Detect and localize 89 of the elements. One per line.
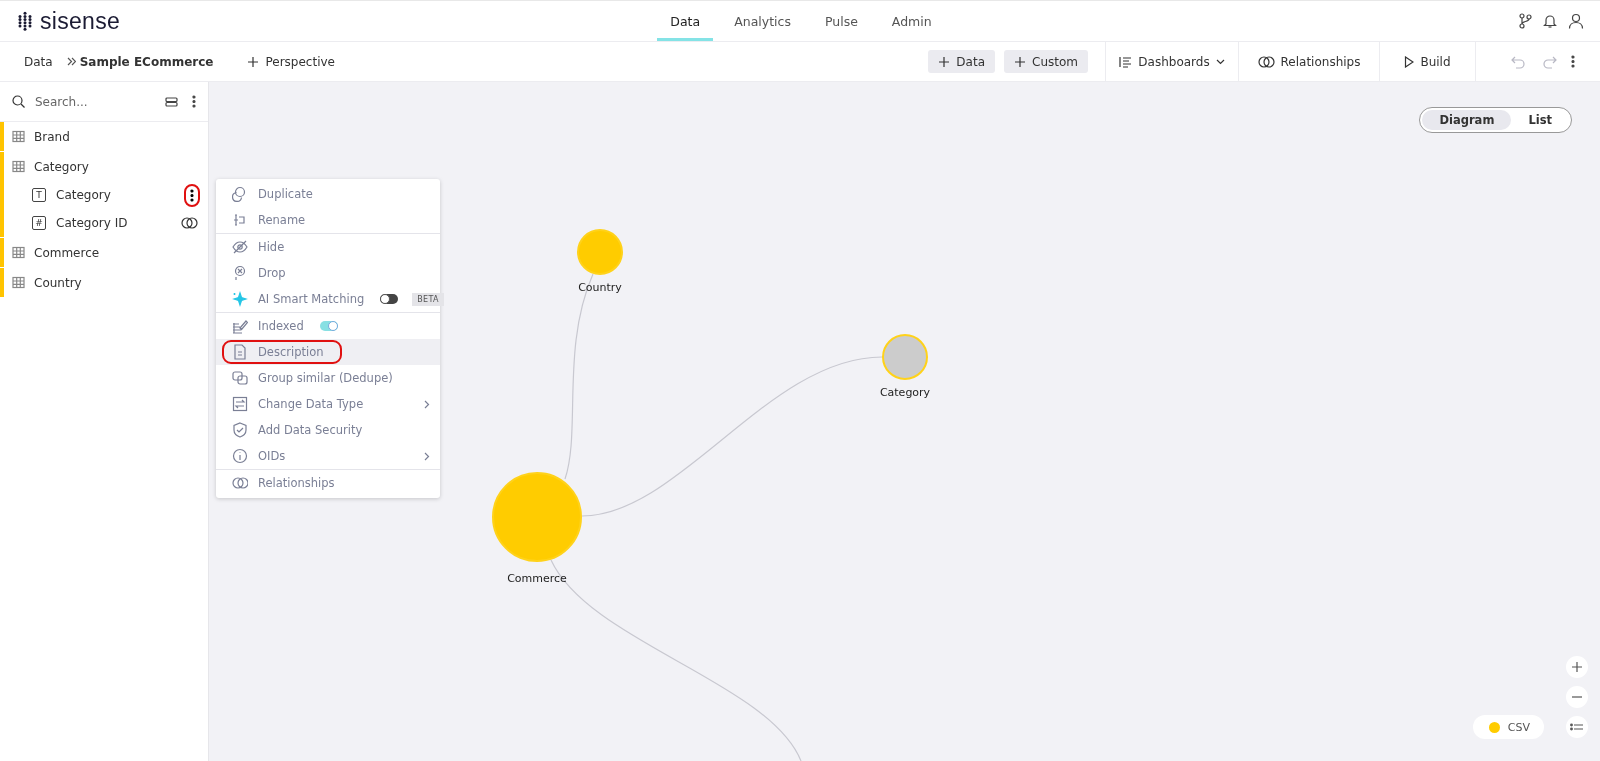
more-icon xyxy=(190,188,194,202)
branch-icon[interactable] xyxy=(1518,13,1532,29)
search-icon xyxy=(12,95,25,108)
plus-icon xyxy=(247,55,260,68)
plus-icon xyxy=(938,55,951,68)
relationships-button[interactable]: Relationships xyxy=(1251,53,1367,70)
zoom-in-button[interactable] xyxy=(1566,656,1588,678)
menu-item[interactable]: Description xyxy=(216,339,440,365)
more-button[interactable] xyxy=(186,185,198,205)
list-icon xyxy=(1119,55,1133,68)
table-name[interactable]: Brand xyxy=(34,129,70,144)
nav-tab[interactable]: Analytics xyxy=(721,1,804,41)
table-icon xyxy=(12,130,25,143)
table-node[interactable] xyxy=(577,229,623,275)
field-type-icon: # xyxy=(32,216,46,230)
legend-label: CSV xyxy=(1507,720,1530,734)
table-name[interactable]: Category xyxy=(34,159,89,174)
view-tab[interactable]: Diagram xyxy=(1422,110,1512,130)
table-icon xyxy=(12,246,25,259)
bell-icon[interactable] xyxy=(1543,13,1557,29)
undo-icon xyxy=(1511,54,1527,69)
beta-badge: BETA xyxy=(412,292,444,306)
table-name[interactable]: Country xyxy=(34,275,82,290)
more-icon xyxy=(192,95,196,108)
perspective-button[interactable]: Perspective xyxy=(241,53,341,70)
more-button[interactable] xyxy=(192,95,196,108)
menu-item[interactable]: Add Data Security xyxy=(216,417,440,443)
rings-icon xyxy=(232,475,248,491)
chevron-down-icon xyxy=(1215,58,1225,65)
cursor-icon xyxy=(232,212,248,228)
build-button[interactable]: Build xyxy=(1398,53,1457,70)
menu-item[interactable]: Indexed xyxy=(216,313,440,339)
menu-item[interactable]: Rename xyxy=(216,207,440,233)
layout-button[interactable] xyxy=(165,96,178,107)
list-icon xyxy=(1570,722,1584,732)
more-icon xyxy=(1571,55,1575,68)
menu-item[interactable]: Drop xyxy=(216,260,440,286)
more-button[interactable] xyxy=(1571,55,1575,68)
field-type-icon: T xyxy=(32,188,46,202)
logo-text: sisense xyxy=(40,7,121,35)
menu-item[interactable]: Change Data Type xyxy=(216,391,440,417)
rings-icon xyxy=(1257,55,1275,68)
toggle-switch[interactable] xyxy=(319,321,338,331)
breadcrumb-link[interactable]: Data xyxy=(24,54,53,69)
close-circle-icon xyxy=(232,265,248,281)
menu-item[interactable]: OIDs xyxy=(216,443,440,469)
field-row[interactable]: # Category ID xyxy=(4,209,208,237)
dashboards-dropdown[interactable]: Dashboards xyxy=(1113,53,1231,70)
field-name: Category xyxy=(56,188,112,202)
swap-icon xyxy=(232,396,248,412)
table-name[interactable]: Commerce xyxy=(34,245,100,260)
menu-item[interactable]: Relationships xyxy=(216,470,440,496)
squares-icon xyxy=(232,370,248,386)
breadcrumb-link[interactable]: Sample ECommerce xyxy=(79,54,214,69)
menu-item[interactable]: Group similar (Dedupe) xyxy=(216,365,440,391)
sparkle-icon xyxy=(232,291,248,307)
document-icon xyxy=(232,344,248,360)
table-icon xyxy=(12,160,25,173)
user-icon[interactable] xyxy=(1568,13,1584,29)
zoom-out-button[interactable] xyxy=(1566,686,1588,708)
menu-item[interactable]: Hide xyxy=(216,234,440,260)
legend-button[interactable] xyxy=(1566,716,1588,738)
redo-icon xyxy=(1541,54,1557,69)
field-name: Category ID xyxy=(56,216,129,230)
nav-tab[interactable]: Pulse xyxy=(811,1,871,41)
nav-tab[interactable]: Admin xyxy=(878,1,945,41)
table-icon xyxy=(12,276,25,289)
node-label: Commerce xyxy=(507,572,567,585)
node-label: Country xyxy=(578,281,622,294)
toggle-switch[interactable] xyxy=(380,294,399,304)
shield-icon xyxy=(232,422,248,438)
double-chevron-icon xyxy=(66,57,76,66)
view-tab[interactable]: List xyxy=(1511,110,1569,130)
plus-icon xyxy=(1014,55,1026,68)
table-node[interactable] xyxy=(882,334,928,380)
rows-icon xyxy=(165,96,178,107)
logo-icon xyxy=(18,11,32,31)
play-icon xyxy=(1404,55,1415,68)
info-icon xyxy=(232,448,248,464)
field-row[interactable]: T Category xyxy=(4,181,208,209)
menu-item[interactable]: Duplicate xyxy=(216,181,440,207)
plus-icon xyxy=(1571,661,1583,673)
duplicate-icon xyxy=(232,186,248,202)
add-button[interactable]: Data xyxy=(928,50,995,73)
add-button[interactable]: Custom xyxy=(1004,50,1088,73)
pencil-list-icon xyxy=(232,318,248,334)
nav-tab[interactable]: Data xyxy=(657,1,714,41)
node-label: Category xyxy=(879,386,931,399)
eye-slash-icon xyxy=(232,239,248,255)
